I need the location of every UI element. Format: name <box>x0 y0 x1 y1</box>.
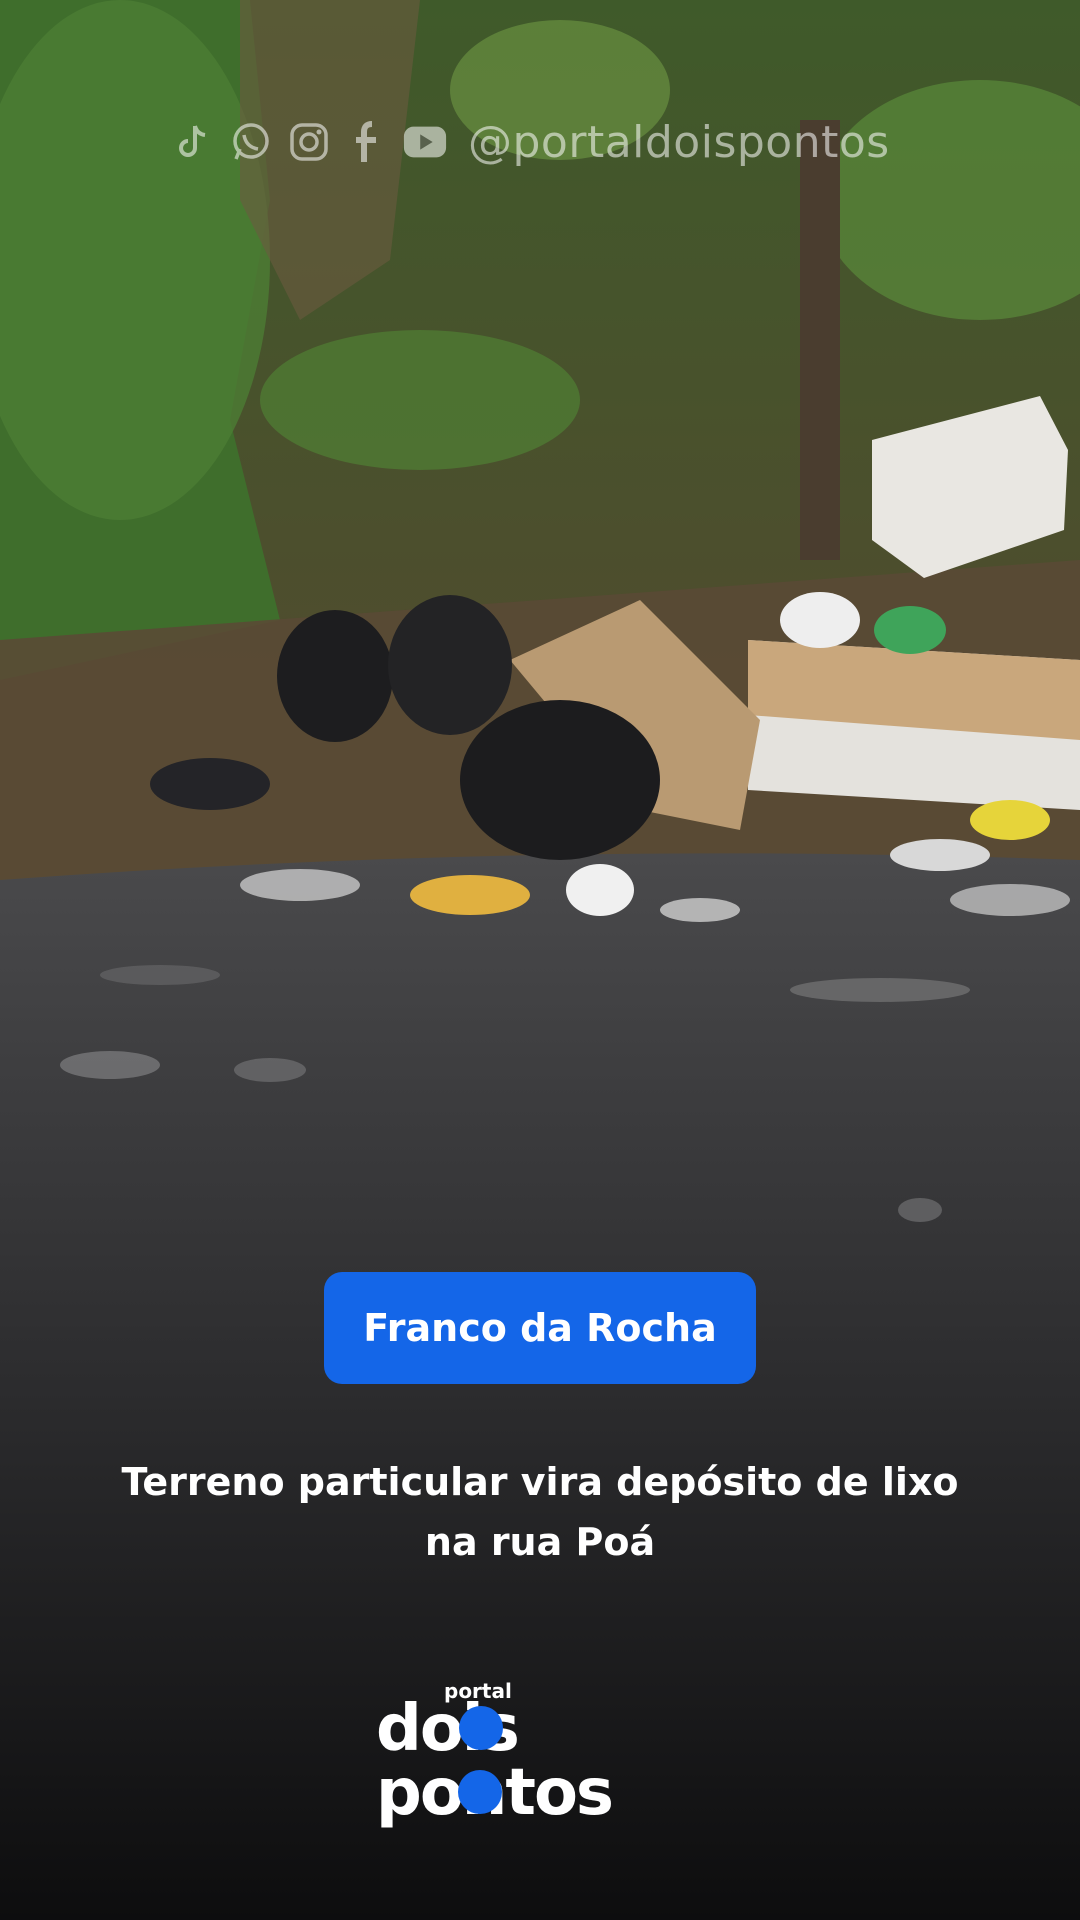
headline: Terreno particular vira depósito de lixo… <box>60 1452 1020 1572</box>
headline-line-1: Terreno particular vira depósito de lixo <box>121 1460 959 1504</box>
social-media-bar: @portaldoispontos <box>170 112 890 172</box>
tiktok-icon <box>170 119 216 165</box>
social-handle: @portaldoispontos <box>468 116 890 168</box>
location-badge: Franco da Rocha <box>324 1272 756 1384</box>
logo-dot-1 <box>459 1706 503 1750</box>
portal-dois-pontos-logo: portal dois pontos <box>376 1674 716 1834</box>
instagram-icon <box>286 119 332 165</box>
whatsapp-icon <box>228 119 274 165</box>
facebook-icon <box>344 119 390 165</box>
background-photo <box>0 0 1080 1920</box>
logo-dot-2 <box>458 1770 502 1814</box>
headline-line-2: na rua Poá <box>424 1520 656 1564</box>
trash-scene-illustration <box>0 0 1080 1920</box>
youtube-icon <box>402 119 448 165</box>
